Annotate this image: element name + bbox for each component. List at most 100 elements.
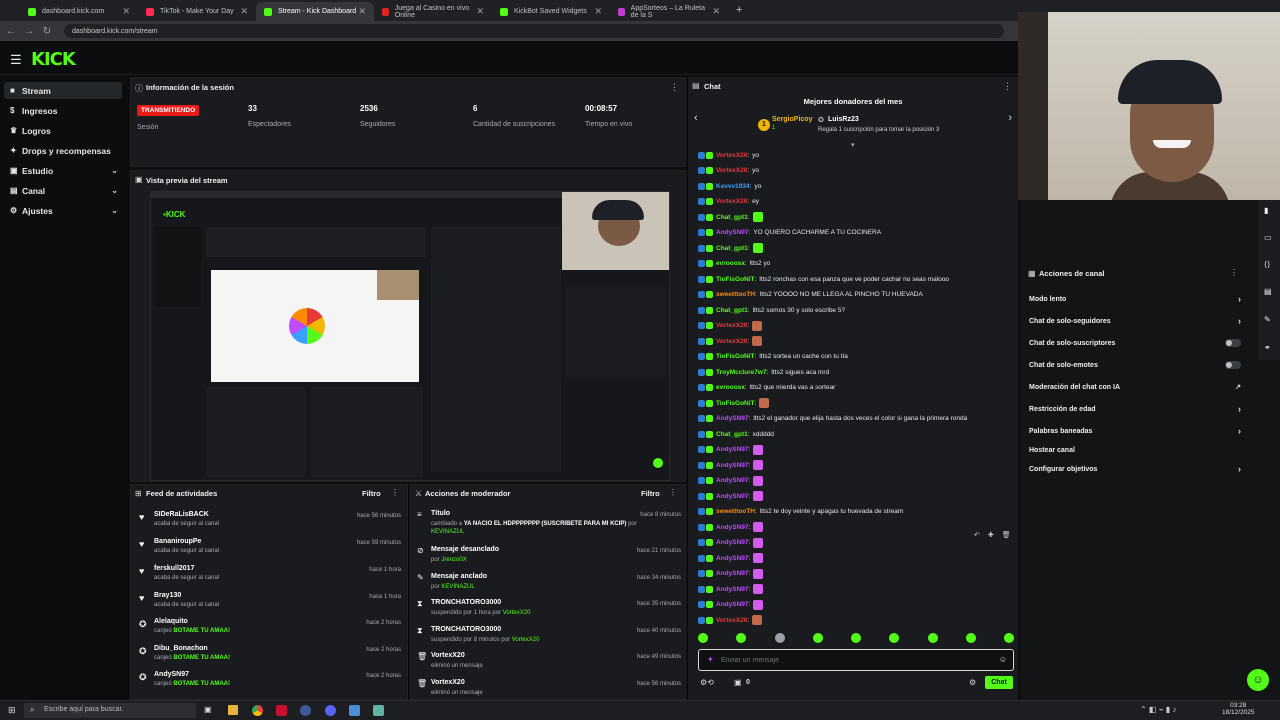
chat-message[interactable]: VortexX20: ey	[698, 196, 759, 208]
chat-username[interactable]: AndySN97	[716, 229, 749, 236]
chat-username[interactable]: VortexX20	[716, 167, 747, 174]
chat-message[interactable]: Chat_gpt1: ltts2 somos 30 y solo escribe …	[698, 304, 845, 316]
chat-username[interactable]: VortexX20	[716, 198, 747, 205]
chat-message[interactable]: TioFisGoNiT: ltts2 ronchas con esa panza …	[698, 273, 949, 285]
app-icon[interactable]	[276, 705, 287, 716]
chat-message[interactable]: AndySN97:	[698, 521, 764, 533]
chat-message[interactable]: VortexX20: yo	[698, 165, 759, 177]
chat-message[interactable]: evrooosx: ltts2 que mierda vas a sortear	[698, 382, 835, 394]
chat-message[interactable]: VortexX20:	[698, 335, 763, 347]
chat-username[interactable]: AndySN97	[716, 477, 749, 484]
discord-icon[interactable]	[325, 705, 336, 716]
chat-username[interactable]: TioFisGoNiT	[716, 400, 755, 407]
more-options-icon[interactable]: ⋮	[1230, 268, 1238, 277]
action-emotes-only[interactable]: Chat de solo-emotes	[1029, 358, 1241, 372]
browser-tab[interactable]: KickBot Saved Widgets ✕	[492, 2, 610, 21]
sidebar-item-logros[interactable]: ♛ Logros	[4, 122, 122, 139]
chat-username[interactable]: sweetttooTH	[716, 291, 755, 298]
emote-icon[interactable]	[889, 633, 900, 643]
sidebar-item-stream[interactable]: ■ Stream	[4, 82, 122, 99]
chat-send-button[interactable]: Chat	[985, 676, 1013, 689]
more-options-icon[interactable]: ⋮	[1003, 81, 1012, 92]
chat-message[interactable]: VortexX20:	[698, 320, 763, 332]
action-host-channel[interactable]: Hostear canal	[1029, 443, 1241, 457]
chat-input-box[interactable]: ✦ ☺	[698, 649, 1014, 671]
chat-message[interactable]: AndySN97:	[698, 444, 764, 456]
chat-message[interactable]: sweetttooTH: ltts2 te doy veinte y apagas…	[698, 506, 903, 518]
chat-message[interactable]: AndySN97: ltts2 el ganador que elija hast…	[698, 413, 967, 425]
tray-icons[interactable]: ⌃ ◧ ⌁ ▮ ♪	[1140, 705, 1176, 714]
collapse-icon[interactable]: ▾	[851, 141, 855, 149]
taskbar-search[interactable]: Escribe aquí para buscar.	[24, 703, 196, 718]
chat-username[interactable]: VortexX20	[716, 152, 747, 159]
toolbar-code-icon[interactable]: ⟨⟩	[1264, 260, 1270, 269]
chat-message[interactable]: AndySN97:	[698, 475, 764, 487]
chat-username[interactable]: AndySN97	[716, 415, 749, 422]
app-icon[interactable]	[300, 705, 311, 716]
chat-username[interactable]: VortexX20	[716, 322, 747, 329]
chat-message[interactable]: AndySN97: YO QUIERO CACHARME A TU COCINER…	[698, 227, 881, 239]
action-ai-moderation[interactable]: Moderación del chat con IA ↗	[1029, 380, 1241, 394]
chat-message[interactable]: AndySN97:	[698, 568, 764, 580]
chat-message[interactable]: TioFisGoNiT: ltts2 sortea un cache con tu…	[698, 351, 848, 363]
more-options-icon[interactable]: ⋮	[669, 488, 677, 497]
chat-message[interactable]: sweetttooTH: ltts2 YOOOO NO ME LLEGA AL P…	[698, 289, 923, 301]
sidebar-item-canal[interactable]: ▤ Canal ⌄	[4, 182, 122, 199]
chrome-icon[interactable]	[252, 705, 263, 716]
reply-icon[interactable]: ↶	[974, 531, 980, 543]
windows-start-icon[interactable]: ⊞	[8, 705, 16, 716]
chat-message[interactable]: evrooosx: ltts2 yo	[698, 258, 770, 270]
sidebar-item-ajustes[interactable]: ⚙ Ajustes ⌄	[4, 202, 122, 219]
emoji-icon[interactable]: ☺	[999, 655, 1007, 664]
toolbar-icon[interactable]: ▮	[1264, 206, 1268, 215]
chat-username[interactable]: Chat_gpt1	[716, 245, 748, 252]
more-options-icon[interactable]: ⋮	[670, 82, 679, 93]
action-age-restriction[interactable]: Restricción de edad ›	[1029, 402, 1241, 416]
chat-username[interactable]: TroyMcclure7w7	[716, 369, 767, 376]
delete-message-icon[interactable]: 🗑	[1002, 531, 1011, 543]
close-tab-icon[interactable]: ✕	[594, 6, 602, 17]
forward-icon[interactable]: →	[22, 26, 36, 37]
browser-tab[interactable]: Juega al Casino en vivo Online ✕	[374, 2, 492, 21]
action-subscribers-only[interactable]: Chat de solo-suscriptores	[1029, 336, 1241, 350]
chat-username[interactable]: AndySN97	[716, 462, 749, 469]
close-tab-icon[interactable]: ✕	[122, 6, 130, 17]
chat-message[interactable]: Chat_gpt1:	[698, 242, 763, 254]
emote-icon[interactable]	[774, 633, 785, 643]
app-icon[interactable]	[349, 705, 360, 716]
toolbar-list-icon[interactable]: ▤	[1264, 287, 1272, 296]
chat-message[interactable]: Chat_gpt1: xddddd	[698, 428, 774, 440]
chat-username[interactable]: VortexX20	[716, 617, 747, 624]
chat-message[interactable]: AndySN97:	[698, 490, 764, 502]
pin-message-icon[interactable]: ✚	[988, 531, 994, 543]
chat-message[interactable]: AndySN97:	[698, 599, 764, 611]
new-tab-icon[interactable]: +	[736, 4, 742, 16]
chat-message[interactable]: Kevvv1934: yo	[698, 180, 761, 192]
close-tab-icon[interactable]: ✕	[712, 6, 720, 17]
browser-tab[interactable]: AppSorteos – La Ruleta de la S ✕	[610, 2, 728, 21]
chat-message[interactable]: TioFisGoNiT:	[698, 397, 770, 409]
emote-icon[interactable]	[851, 633, 861, 643]
emote-icon[interactable]	[698, 633, 708, 643]
task-view-icon[interactable]: ▣	[204, 705, 212, 714]
subscribers-only-toggle[interactable]	[1225, 339, 1241, 347]
chat-message[interactable]: AndySN97:	[698, 537, 764, 549]
chat-username[interactable]: AndySN97	[716, 446, 749, 453]
action-banned-words[interactable]: Palabras baneadas ›	[1029, 424, 1241, 438]
close-tab-icon[interactable]: ✕	[476, 6, 484, 17]
chat-username[interactable]: Chat_gpt1	[716, 431, 748, 438]
chat-username[interactable]: sweetttooTH	[716, 508, 755, 515]
prev-arrow-icon[interactable]: ‹	[694, 112, 698, 124]
clock[interactable]: 03:28 18/12/2025	[1222, 702, 1255, 716]
sidebar-item-drops[interactable]: ✦ Drops y recompensas	[4, 142, 122, 159]
emote-icon[interactable]	[1004, 633, 1014, 643]
chat-username[interactable]: AndySN97	[716, 570, 749, 577]
action-followers-only[interactable]: Chat de solo-seguidores ›	[1029, 314, 1241, 328]
chat-username[interactable]: VortexX20	[716, 338, 747, 345]
menu-icon[interactable]: ☰	[10, 52, 22, 68]
emote-icon[interactable]	[927, 633, 938, 643]
activity-filter-button[interactable]: Filtro	[362, 489, 381, 498]
emote-icon[interactable]	[736, 633, 747, 643]
action-slow-mode[interactable]: Modo lento ›	[1029, 292, 1241, 306]
settings-link-icon[interactable]: ⚙⟲	[700, 678, 714, 687]
